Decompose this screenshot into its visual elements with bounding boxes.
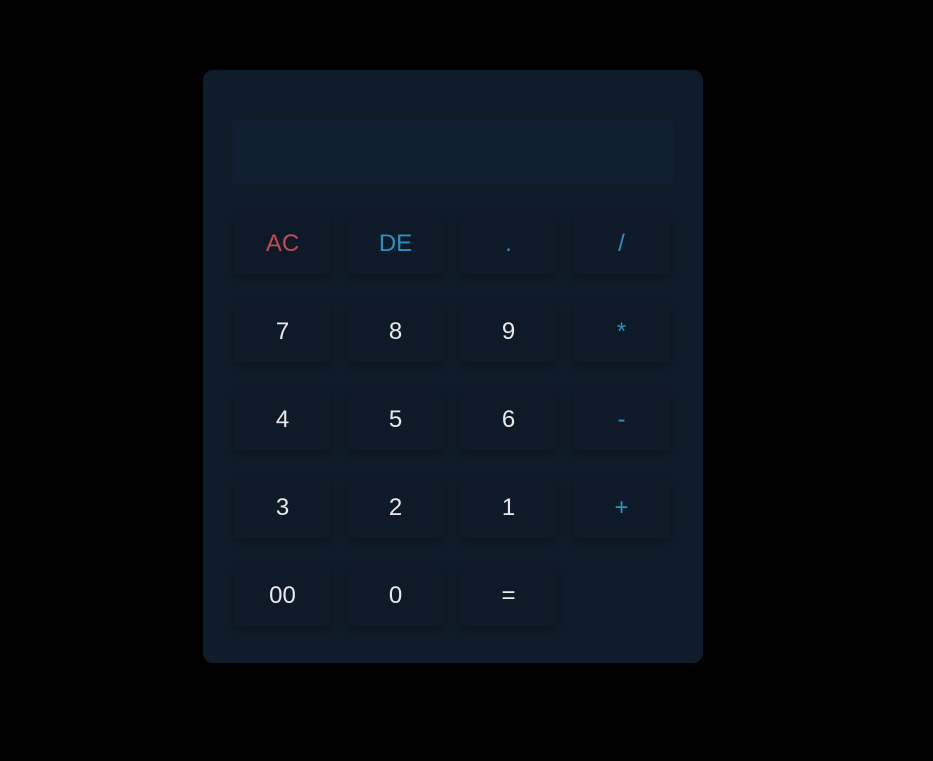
keypad: AC DE . / 7 8 9 * 4 5 6 - 3 2 1 + 00 0 = (234, 213, 670, 626)
calculator-display[interactable] (230, 118, 676, 186)
subtract-button[interactable]: - (573, 389, 670, 450)
delete-button[interactable]: DE (347, 213, 444, 274)
digit-8-button[interactable]: 8 (347, 301, 444, 362)
digit-0-button[interactable]: 0 (347, 565, 444, 626)
all-clear-button[interactable]: AC (234, 213, 331, 274)
decimal-point-button[interactable]: . (460, 213, 557, 274)
digit-6-button[interactable]: 6 (460, 389, 557, 450)
calculator: AC DE . / 7 8 9 * 4 5 6 - 3 2 1 + 00 0 = (203, 70, 703, 663)
digit-9-button[interactable]: 9 (460, 301, 557, 362)
double-zero-button[interactable]: 00 (234, 565, 331, 626)
digit-1-button[interactable]: 1 (460, 477, 557, 538)
digit-7-button[interactable]: 7 (234, 301, 331, 362)
digit-5-button[interactable]: 5 (347, 389, 444, 450)
digit-3-button[interactable]: 3 (234, 477, 331, 538)
divide-button[interactable]: / (573, 213, 670, 274)
equals-button[interactable]: = (460, 565, 557, 626)
multiply-button[interactable]: * (573, 301, 670, 362)
digit-2-button[interactable]: 2 (347, 477, 444, 538)
add-button[interactable]: + (573, 477, 670, 538)
digit-4-button[interactable]: 4 (234, 389, 331, 450)
